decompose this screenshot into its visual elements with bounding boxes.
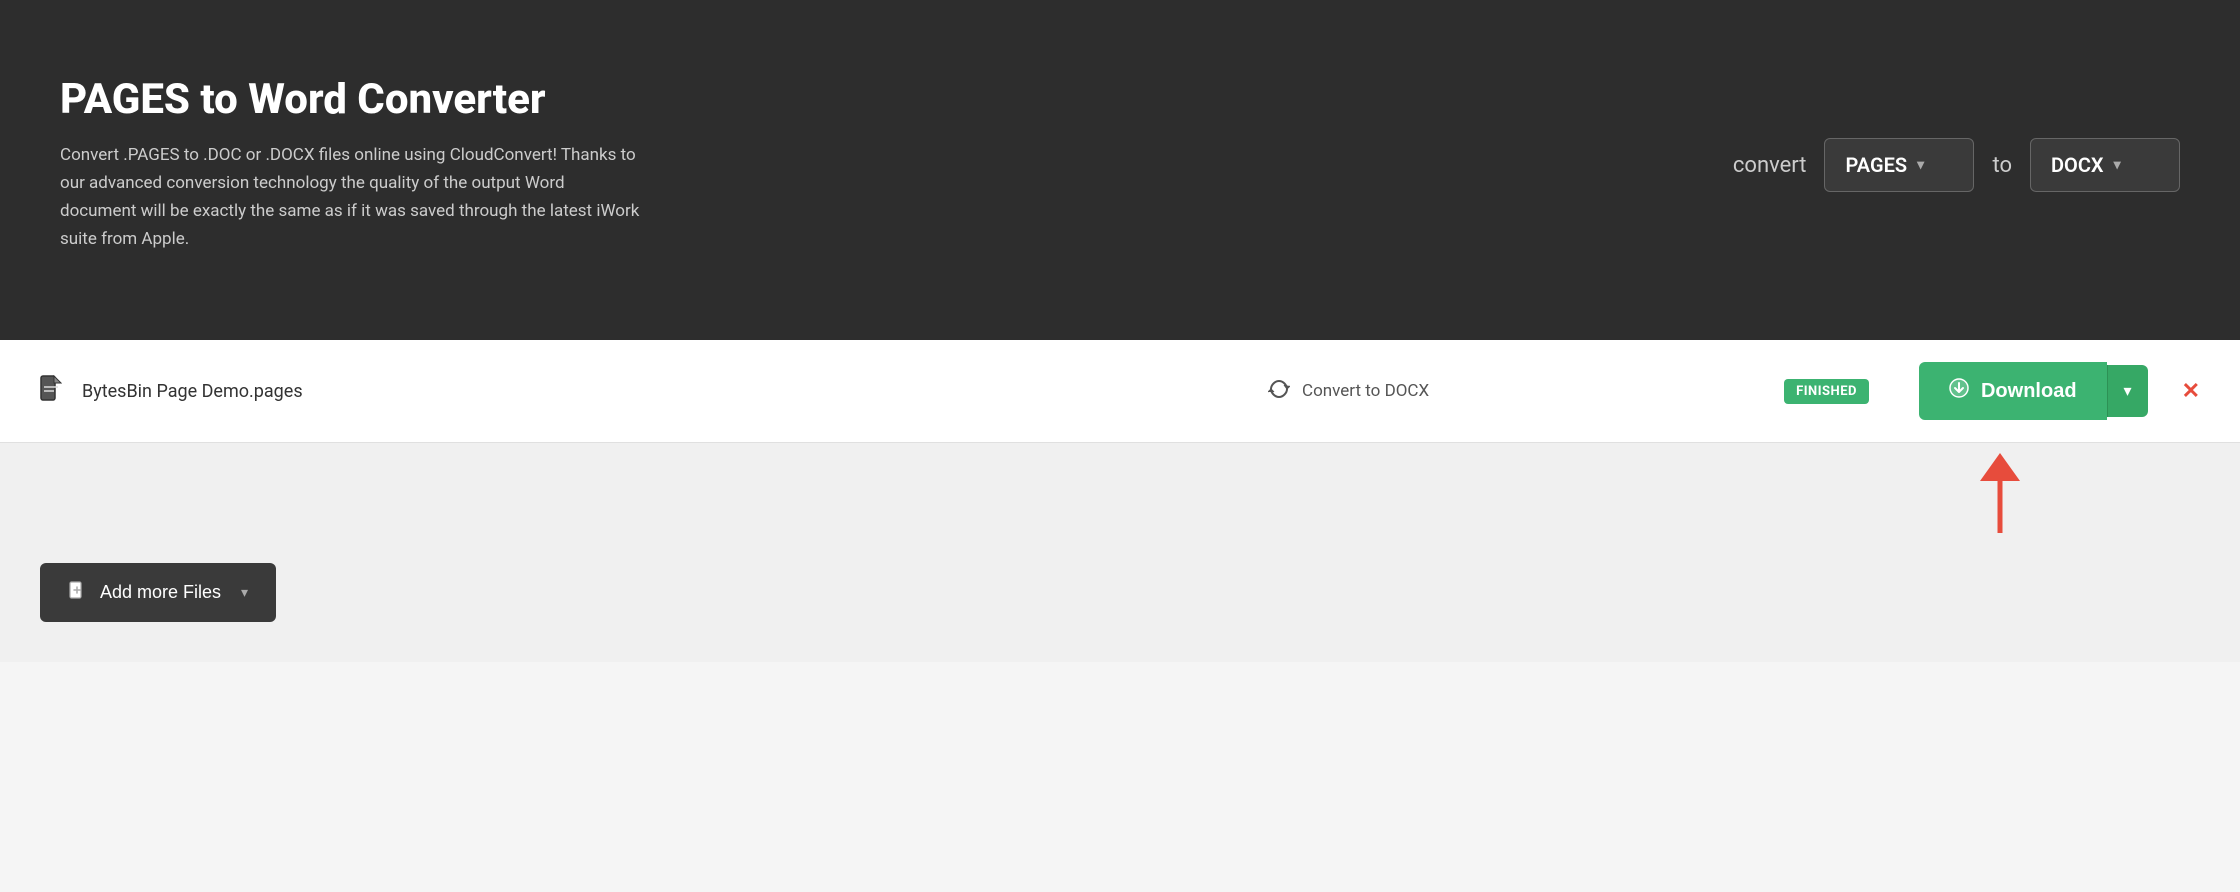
from-format-value: PAGES (1845, 153, 1907, 177)
convert-text: Convert to DOCX (1302, 381, 1429, 401)
download-button[interactable]: Download (1919, 362, 2107, 420)
red-arrow-icon (1960, 453, 2040, 538)
add-more-files-button[interactable]: Add more Files ▾ (40, 563, 276, 622)
convert-icon (1268, 378, 1290, 405)
download-icon (1949, 378, 1969, 404)
header-description: Convert .PAGES to .DOC or .DOCX files on… (60, 141, 640, 253)
add-files-label: Add more Files (100, 582, 221, 603)
to-format-select[interactable]: DOCX ▾ (2030, 138, 2180, 192)
convert-action-area: Convert to DOCX (933, 378, 1764, 405)
file-name: BytesBin Page Demo.pages (82, 381, 913, 402)
dropdown-chevron-icon: ▾ (2124, 383, 2132, 400)
add-files-row: Add more Files ▾ (0, 533, 2240, 662)
add-files-chevron-icon: ▾ (241, 584, 248, 601)
status-badge: FINISHED (1784, 379, 1869, 404)
from-format-select[interactable]: PAGES ▾ (1824, 138, 1974, 192)
convert-label: convert (1733, 153, 1807, 178)
file-row: BytesBin Page Demo.pages Convert to DOCX… (0, 340, 2240, 443)
to-format-value: DOCX (2051, 153, 2104, 177)
close-icon: ✕ (2182, 378, 2200, 403)
add-files-icon (68, 581, 86, 604)
page-title: PAGES to Word Converter (60, 77, 640, 123)
download-label: Download (1981, 380, 2077, 403)
download-dropdown-button[interactable]: ▾ (2107, 365, 2148, 417)
close-button[interactable]: ✕ (2182, 378, 2200, 404)
download-group: Download ▾ (1919, 362, 2148, 420)
format-converter-area: convert PAGES ▾ to DOCX ▾ (1733, 138, 2180, 192)
header-left: PAGES to Word Converter Convert .PAGES t… (60, 77, 640, 253)
main-content: BytesBin Page Demo.pages Convert to DOCX… (0, 340, 2240, 662)
arrow-annotation-area (0, 443, 2240, 533)
page-header: PAGES to Word Converter Convert .PAGES t… (0, 0, 2240, 340)
from-format-chevron-icon: ▾ (1917, 157, 1924, 173)
to-format-chevron-icon: ▾ (2114, 157, 2121, 173)
file-icon (40, 375, 62, 407)
to-label: to (1992, 153, 2012, 178)
